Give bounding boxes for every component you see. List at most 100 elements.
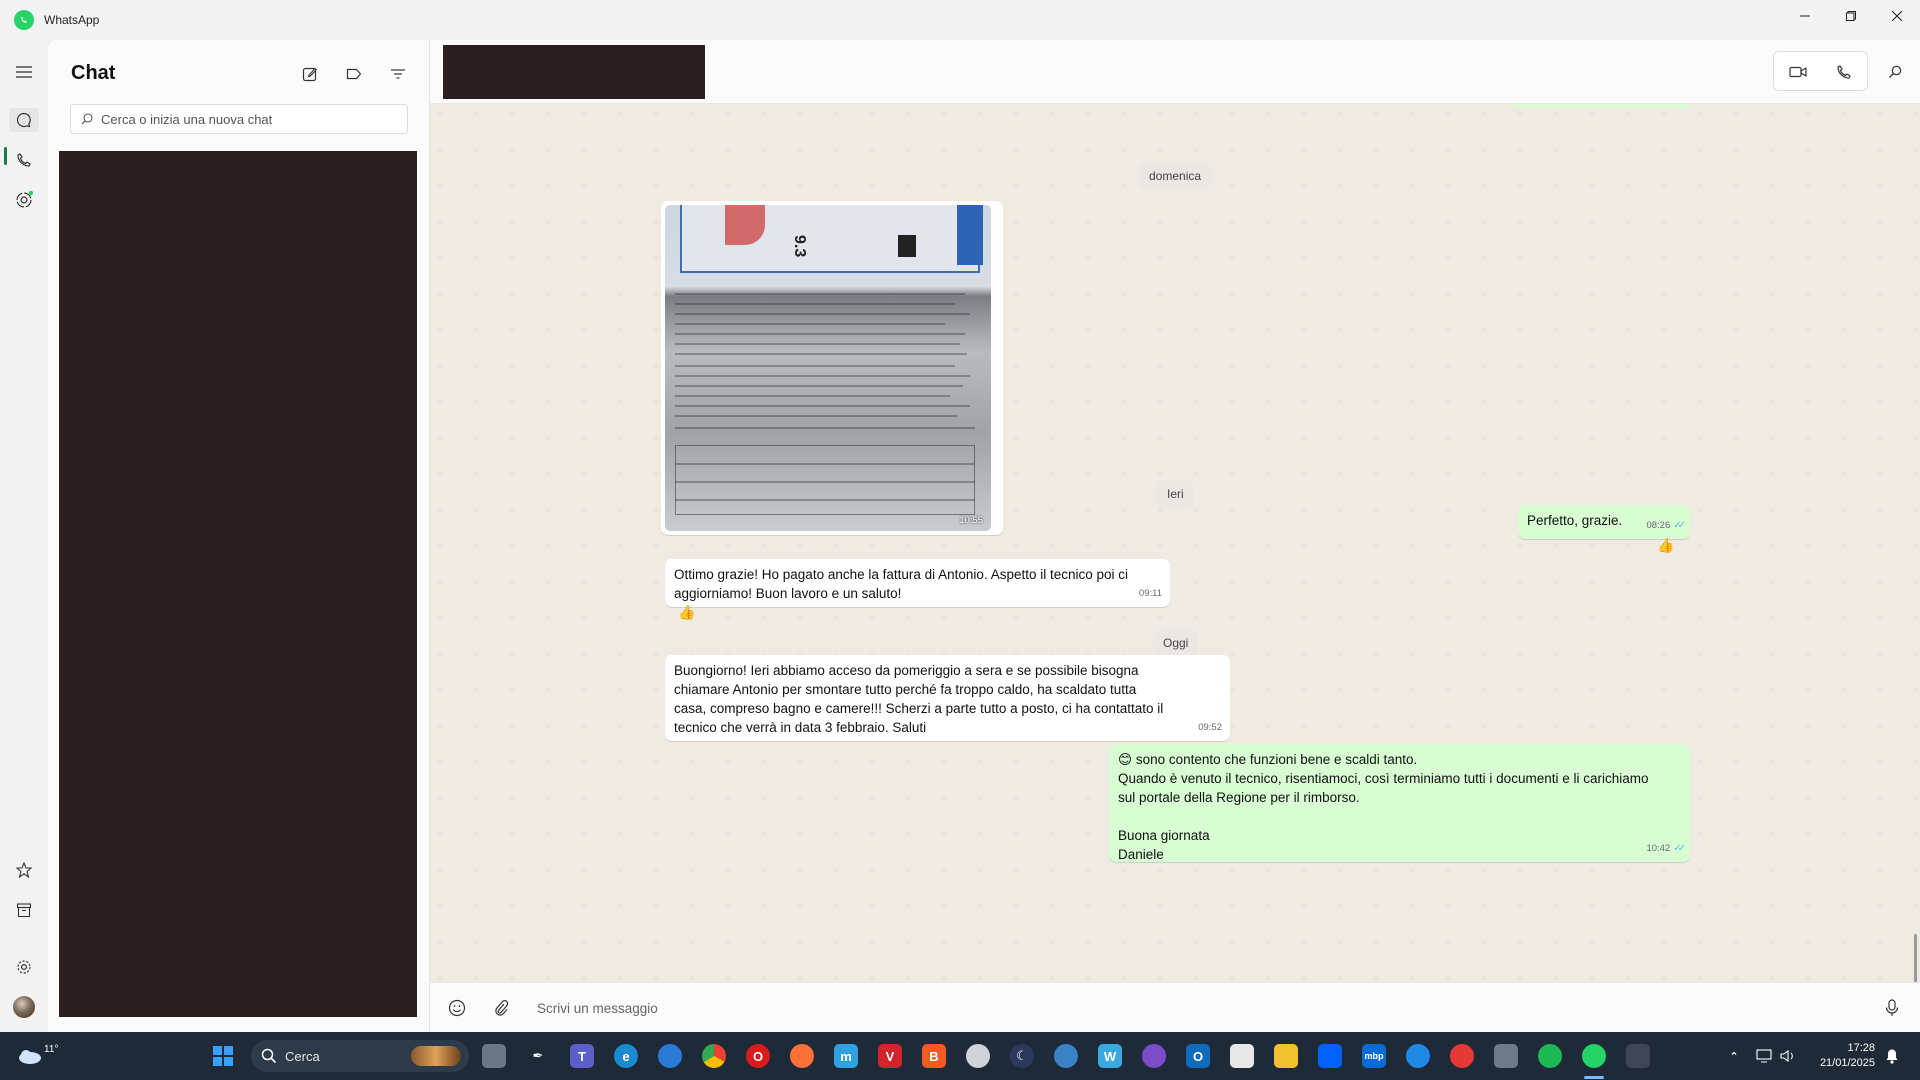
search-icon <box>261 1048 277 1064</box>
date-separator-yesterday: Ieri <box>1157 481 1194 507</box>
conversation-header <box>430 40 1920 104</box>
vivaldi-icon[interactable]: V <box>878 1044 902 1068</box>
app-icon-clapper[interactable] <box>1626 1044 1650 1068</box>
weather-widget[interactable]: 11° <box>16 1040 76 1072</box>
message-time: 10:42 <box>1646 843 1671 854</box>
call-buttons-group <box>1773 51 1868 91</box>
network-icon[interactable] <box>1752 1044 1776 1068</box>
navigation-rail <box>0 40 48 1032</box>
search-icon <box>81 112 95 126</box>
message-meta: 10:42 ✓✓ <box>1646 839 1686 858</box>
video-call-icon[interactable] <box>1786 60 1810 84</box>
clock-time[interactable]: 17:28 <box>1800 1042 1875 1054</box>
whatsapp-taskbar-icon[interactable] <box>1582 1044 1606 1068</box>
spotify-icon[interactable] <box>1538 1044 1562 1068</box>
edge-icon[interactable]: e <box>614 1044 638 1068</box>
starred-icon[interactable] <box>12 858 36 882</box>
conversation-pane: domenica 9.3 10:55 Ieri Perfetto, grazie… <box>430 40 1920 1032</box>
emoji-icon[interactable] <box>445 996 469 1020</box>
menu-icon[interactable] <box>12 60 36 84</box>
app-icon-moon[interactable]: ☾ <box>1010 1044 1034 1068</box>
partial-message <box>1512 104 1690 108</box>
read-receipt-icon: ✓✓ <box>1673 843 1686 854</box>
message-text: Buongiorno! Ieri abbiamo acceso da pomer… <box>674 663 1168 735</box>
chat-list-panel: Chat <box>48 40 430 1032</box>
profile-avatar[interactable] <box>12 995 36 1019</box>
app-icon-m[interactable]: m <box>834 1044 858 1068</box>
chat-search-box[interactable] <box>70 104 408 134</box>
app-icon-pen[interactable]: ✒ <box>526 1044 550 1068</box>
app-icon-globe[interactable] <box>658 1044 682 1068</box>
notifications-icon[interactable] <box>1880 1044 1904 1068</box>
contact-name-redacted[interactable] <box>443 45 705 99</box>
settings-icon[interactable] <box>12 955 36 979</box>
weather-temp: 11° <box>44 1043 59 1055</box>
calls-icon[interactable] <box>12 148 36 172</box>
message-time: 09:11 <box>1138 588 1162 599</box>
search-icon[interactable] <box>1883 60 1907 84</box>
document-photo[interactable]: 9.3 10:55 <box>665 205 991 531</box>
taskbar-search[interactable]: Cerca <box>251 1040 469 1072</box>
brave-icon[interactable]: B <box>922 1044 946 1068</box>
scrollbar[interactable] <box>1914 934 1917 982</box>
attach-icon[interactable] <box>489 996 513 1020</box>
reaction-thumbs-up[interactable]: 👍 <box>1655 534 1677 556</box>
dropbox-icon[interactable] <box>1318 1044 1342 1068</box>
status-icon[interactable] <box>12 188 36 212</box>
windows-taskbar: 11° Cerca ✒ T e O m V B ☾ W O mbp ⌃ 17:2… <box>0 1032 1920 1080</box>
chats-icon[interactable] <box>9 108 39 132</box>
read-receipt-icon: ✓✓ <box>1673 520 1686 531</box>
minimize-icon[interactable] <box>1782 0 1828 32</box>
outgoing-message[interactable]: 😊 sono contento che funzioni bene e scal… <box>1109 744 1690 862</box>
window-title: WhatsApp <box>44 13 100 27</box>
calculator-icon[interactable] <box>1494 1044 1518 1068</box>
date-separator-today: Oggi <box>1153 630 1199 656</box>
reaction-thumbs-up[interactable]: 👍 <box>676 601 698 623</box>
app-icon-world[interactable] <box>1054 1044 1078 1068</box>
app-icon-red[interactable] <box>1450 1044 1474 1068</box>
active-indicator <box>4 147 7 165</box>
filter-icon[interactable] <box>386 62 410 86</box>
start-icon[interactable] <box>211 1044 235 1068</box>
message-text: 😊 sono contento che funzioni bene e scal… <box>1118 752 1649 862</box>
app-icon-mbp[interactable]: mbp <box>1362 1044 1386 1068</box>
new-chat-icon[interactable] <box>298 62 322 86</box>
app-icon-sphere[interactable] <box>966 1044 990 1068</box>
app-icon-bubble[interactable] <box>1406 1044 1430 1068</box>
teams-icon[interactable]: T <box>570 1044 594 1068</box>
chat-list-redacted <box>59 151 417 1017</box>
image-message[interactable]: 9.3 10:55 <box>661 201 1003 535</box>
firefox-icon[interactable] <box>790 1044 814 1068</box>
store-icon[interactable] <box>1230 1044 1254 1068</box>
voice-call-icon[interactable] <box>1832 60 1856 84</box>
taskbar-search-label: Cerca <box>285 1048 320 1064</box>
opera-icon[interactable]: O <box>746 1044 770 1068</box>
message-input[interactable] <box>537 998 1837 1018</box>
incoming-message[interactable]: Ottimo grazie! Ho pagato anche la fattur… <box>665 559 1170 607</box>
message-list[interactable]: domenica 9.3 10:55 Ieri Perfetto, grazie… <box>430 104 1920 982</box>
message-text: Ottimo grazie! Ho pagato anche la fattur… <box>674 567 1132 601</box>
microphone-icon[interactable] <box>1880 996 1904 1020</box>
chat-search-input[interactable] <box>101 111 401 127</box>
task-view-icon[interactable] <box>482 1044 506 1068</box>
app-icon-w[interactable]: W <box>1098 1044 1122 1068</box>
message-time: 09:52 <box>1198 722 1222 733</box>
volume-icon[interactable] <box>1776 1044 1800 1068</box>
active-app-indicator <box>1584 1076 1604 1079</box>
incoming-message[interactable]: Buongiorno! Ieri abbiamo acceso da pomer… <box>665 655 1230 741</box>
maximize-icon[interactable] <box>1828 0 1874 32</box>
file-explorer-icon[interactable] <box>1274 1044 1298 1068</box>
chrome-icon[interactable] <box>702 1044 726 1068</box>
tor-icon[interactable] <box>1142 1044 1166 1068</box>
message-composer <box>430 982 1920 1032</box>
date-separator-sunday: domenica <box>1139 163 1212 189</box>
outlook-icon[interactable]: O <box>1186 1044 1210 1068</box>
message-meta: 08:26 ✓✓ <box>1646 516 1686 535</box>
message-meta: 09:11 <box>1139 584 1162 603</box>
clock-date[interactable]: 21/01/2025 <box>1800 1057 1875 1069</box>
message-meta: 09:52 <box>1198 718 1222 737</box>
label-icon[interactable] <box>342 62 366 86</box>
tray-chevron-icon[interactable]: ⌃ <box>1722 1044 1746 1068</box>
archive-icon[interactable] <box>12 898 36 922</box>
close-icon[interactable] <box>1874 0 1920 32</box>
